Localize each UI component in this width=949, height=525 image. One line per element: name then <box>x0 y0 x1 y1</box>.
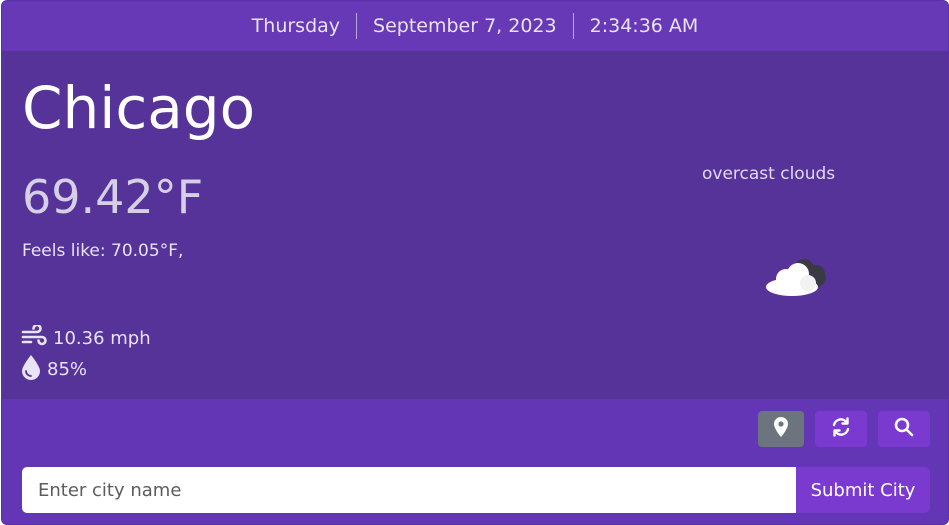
city-name: Chicago <box>22 74 256 142</box>
location-button[interactable] <box>758 411 804 447</box>
refresh-icon <box>831 417 851 441</box>
wind-icon <box>21 323 53 352</box>
weather-description: overcast clouds <box>702 164 836 184</box>
date-label: September 7, 2023 <box>373 15 557 37</box>
search-icon <box>894 417 914 441</box>
refresh-button[interactable] <box>815 411 867 447</box>
humidity: 85% <box>21 354 87 385</box>
search-button[interactable] <box>878 411 930 447</box>
weather-card: Thursday September 7, 2023 2:34:36 AM Ch… <box>1 0 949 525</box>
wind-value: 10.36 mph <box>53 328 151 349</box>
feels-like: Feels like: 70.05°F, <box>22 241 184 261</box>
city-search-form: Submit City <box>22 467 930 513</box>
submit-city-button[interactable]: Submit City <box>796 467 930 513</box>
overcast-clouds-icon <box>762 254 830 300</box>
water-drop-icon <box>21 354 47 385</box>
day-label: Thursday <box>251 15 341 37</box>
date-time-bar: Thursday September 7, 2023 2:34:36 AM <box>2 1 948 51</box>
temperature: 69.42°F <box>22 170 204 224</box>
weather-panel: Chicago 69.42°F Feels like: 70.05°F, ove… <box>2 51 948 399</box>
time-label: 2:34:36 AM <box>589 15 699 37</box>
map-pin-icon <box>774 417 788 441</box>
wind-speed: 10.36 mph <box>21 323 151 352</box>
city-input[interactable] <box>22 467 796 513</box>
humidity-value: 85% <box>47 359 88 380</box>
